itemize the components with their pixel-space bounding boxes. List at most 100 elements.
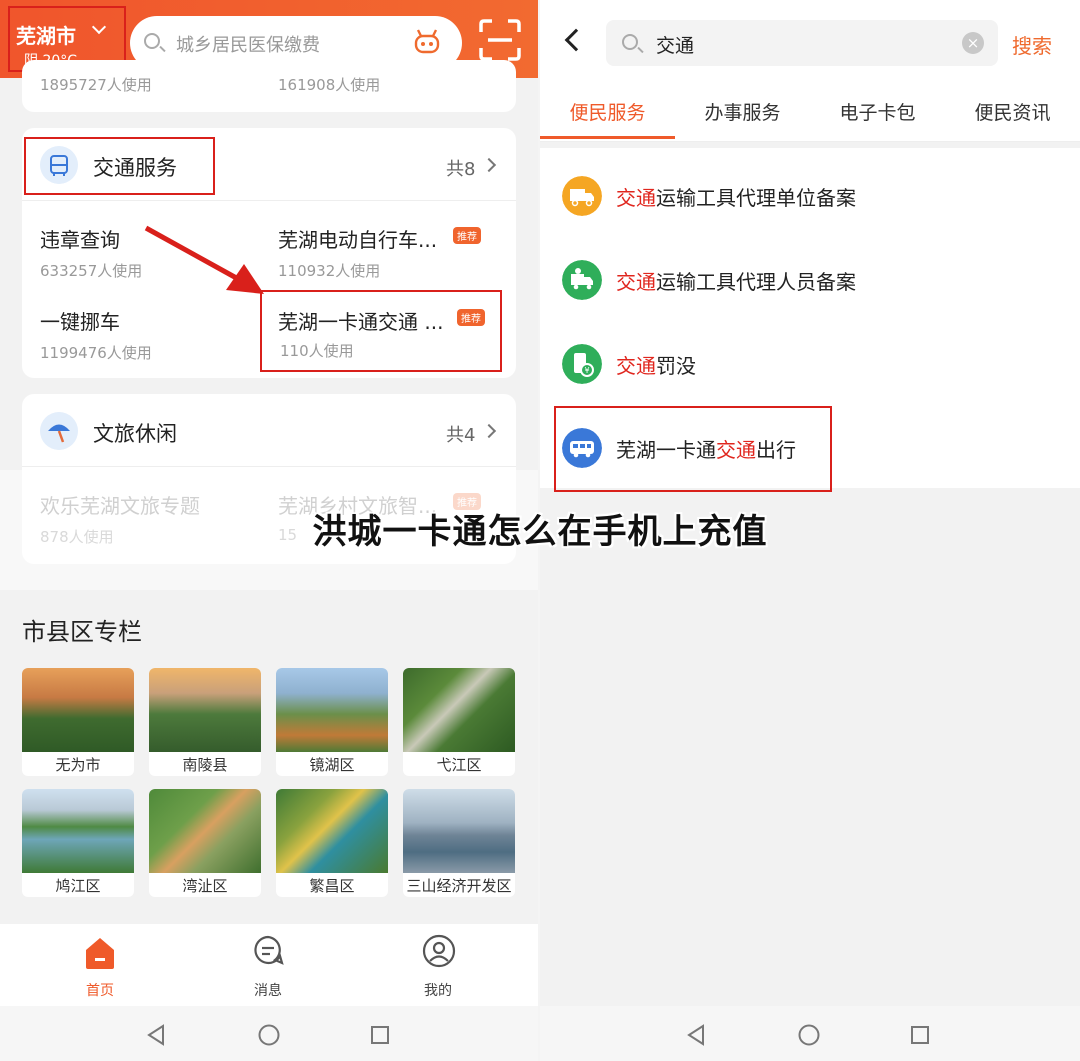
search-placeholder: 城乡居民医保缴费 [176,35,320,56]
nav-home-icon[interactable] [798,1024,820,1046]
service-item-ebike[interactable]: 芜湖电动自行车... [278,224,437,253]
district-tile[interactable]: 弋江区 [403,668,515,776]
search-header: 交通 × 搜索 [540,0,1080,80]
search-value: 交通 [656,35,695,57]
tab-label: 我的 [424,983,452,999]
red-arrow-annotation [144,225,264,294]
back-arrow-icon[interactable] [564,28,588,52]
message-icon [254,935,284,965]
truck-person-icon [562,260,602,300]
tab-affairs-services[interactable]: 办事服务 [675,98,810,125]
fine-icon: ¥ [562,344,602,384]
tab-convenience-services[interactable]: 便民服务 [540,98,675,125]
search-icon [144,33,160,49]
district-name: 鸠江区 [55,877,101,895]
tab-profile[interactable]: 我的 [378,924,498,1006]
traffic-services-count[interactable]: 共8 [446,155,475,181]
bottom-tab-bar: 首页 消息 我的 [0,924,538,1006]
culture-leisure-title[interactable]: 文旅休闲 [93,418,177,448]
home-icon [86,938,114,969]
culture-leisure-count[interactable]: 共4 [446,421,475,447]
traffic-services-title[interactable]: 交通服务 [93,152,177,182]
robot-assistant-icon[interactable] [412,27,442,57]
overlay-caption: 洪城一卡通怎么在手机上充值 [312,512,768,552]
chevron-right-icon[interactable] [481,423,497,439]
district-tile[interactable]: 三山经济开发区 [403,789,515,897]
nav-recents-icon[interactable] [370,1024,390,1046]
district-photo [403,668,515,752]
result-tabs: 便民服务 办事服务 电子卡包 便民资讯 [540,80,1080,142]
tab-label: 消息 [254,983,282,999]
tab-e-card-wallet[interactable]: 电子卡包 [810,98,945,125]
city-selector[interactable]: 芜湖市 [16,20,76,49]
usage-count: 161908人使用 [278,76,381,94]
truck-icon [562,176,602,216]
district-name: 南陵县 [182,756,228,774]
district-photo [22,789,134,873]
tab-home[interactable]: 首页 [40,924,160,1006]
district-name: 繁昌区 [309,877,355,895]
district-name: 弋江区 [436,756,482,774]
search-result-item[interactable]: 交通运输工具代理人员备案 [540,238,1080,322]
nav-back-icon[interactable] [146,1024,166,1046]
district-tile[interactable]: 南陵县 [149,668,261,776]
search-icon [622,34,638,50]
result-title: 交通运输工具代理人员备案 [616,266,856,295]
district-photo [403,789,515,873]
result-rest: 运输工具代理人员备案 [656,270,856,294]
result-highlight: 交通 [616,354,656,378]
tab-news[interactable]: 便民资讯 [945,98,1080,125]
result-title: 交通运输工具代理单位备案 [616,182,856,211]
divider [22,466,516,467]
usage-count: 1199476人使用 [40,344,152,362]
scan-icon[interactable] [478,18,522,62]
svg-text:¥: ¥ [584,366,589,375]
nav-recents-icon[interactable] [910,1024,930,1046]
district-name: 三山经济开发区 [406,877,512,895]
district-photo [149,668,261,752]
district-photo [22,668,134,752]
service-item-move-car[interactable]: 一键挪车 [40,306,120,335]
district-name: 无为市 [55,756,101,774]
district-tile[interactable]: 鸠江区 [22,789,134,897]
usage-count: 1895727人使用 [40,76,152,94]
tab-label: 首页 [86,983,114,999]
district-tile[interactable]: 湾沚区 [149,789,261,897]
usage-count: 110932人使用 [278,262,381,280]
result-title: 交通罚没 [616,350,696,379]
profile-icon [422,934,456,968]
result-rest: 罚没 [656,354,696,378]
divider [22,200,516,201]
search-button[interactable]: 搜索 [1012,30,1052,59]
recommend-badge: 推荐 [453,227,481,244]
clear-icon[interactable]: × [962,32,984,54]
district-photo [276,789,388,873]
bus-icon [40,146,78,184]
district-name: 镜湖区 [309,756,355,774]
usage-count: 633257人使用 [40,262,143,280]
recommend-badge: 推荐 [457,309,485,326]
beach-umbrella-icon [40,412,78,450]
result-rest: 运输工具代理单位备案 [656,186,856,210]
chevron-right-icon[interactable] [481,157,497,173]
tab-messages[interactable]: 消息 [208,924,328,1006]
district-tile[interactable]: 镜湖区 [276,668,388,776]
nav-home-icon[interactable] [258,1024,280,1046]
service-item-violation-query[interactable]: 违章查询 [40,224,120,253]
district-tile[interactable]: 繁昌区 [276,789,388,897]
district-photo [149,789,261,873]
service-item-wuhu-card-traffic[interactable]: 芜湖一卡通交通 ... [278,306,443,335]
district-name: 湾沚区 [182,877,228,895]
search-result-item[interactable]: 交通运输工具代理单位备案 [540,154,1080,238]
wuhu-card-result-highlight [554,406,832,492]
result-highlight: 交通 [616,186,656,210]
system-nav-bar [540,1006,1080,1061]
district-tile[interactable]: 无为市 [22,668,134,776]
search-result-item[interactable]: ¥ 交通罚没 [540,322,1080,406]
system-nav-bar [0,1006,538,1061]
district-photo [276,668,388,752]
nav-back-icon[interactable] [686,1024,706,1046]
result-highlight: 交通 [616,270,656,294]
services-card-partial: 1895727人使用 161908人使用 [22,60,516,112]
search-input[interactable]: 交通 [606,20,998,66]
